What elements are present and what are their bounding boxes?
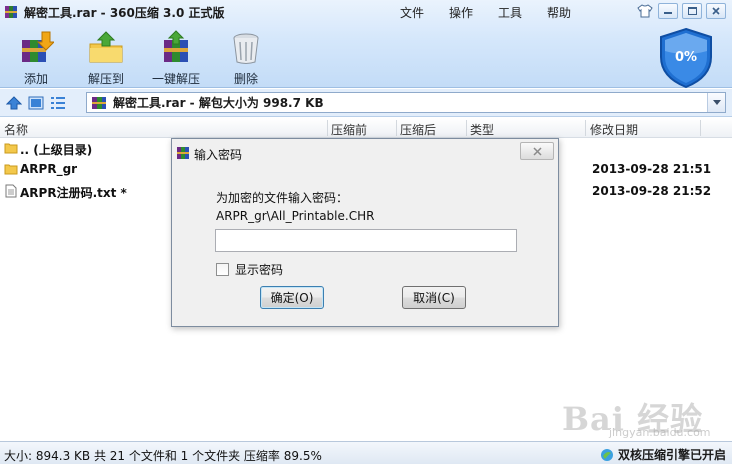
extract-to-label: 解压到 (87, 72, 124, 86)
minimize-icon (664, 12, 672, 14)
delete-label: 删除 (233, 72, 258, 86)
address-field[interactable]: 解密工具.rar - 解包大小为 998.7 KB (86, 92, 726, 113)
menu-help[interactable]: 帮助 (547, 4, 571, 21)
skin-icon[interactable] (636, 3, 654, 19)
rar-archive-icon (91, 95, 107, 111)
password-input[interactable] (215, 229, 517, 252)
archive-summary: 大小: 894.3 KB 共 21 个文件和 1 个文件夹 压缩率 89.5% (4, 449, 322, 463)
file-list-header: 名称 压缩前 压缩后 类型 修改日期 (0, 118, 732, 138)
engine-icon (600, 448, 614, 462)
cancel-button[interactable]: 取消(C) (402, 286, 466, 309)
engine-status-text: 双核压缩引擎已开启 (617, 448, 726, 462)
minimize-button[interactable] (658, 3, 678, 19)
large-icons-view-icon[interactable] (28, 95, 44, 111)
view-controls (6, 95, 66, 111)
password-dialog: 输入密码 为加密的文件输入密码： ARPR_gr\All_Printable.C… (171, 138, 559, 327)
text-file-icon (4, 184, 18, 198)
column-unpacked[interactable]: 压缩后 (400, 121, 436, 138)
show-password-label: 显示密码 (235, 263, 284, 277)
column-modified[interactable]: 修改日期 (590, 121, 638, 138)
up-arrow-icon[interactable] (6, 95, 22, 111)
close-icon (712, 7, 720, 15)
close-icon (532, 146, 542, 156)
column-type[interactable]: 类型 (470, 121, 494, 138)
dialog-close-button[interactable] (520, 142, 554, 160)
rar-archive-icon (4, 5, 18, 19)
show-password-checkbox[interactable]: 显示密码 (216, 261, 283, 278)
status-bar: 大小: 894.3 KB 共 21 个文件和 1 个文件夹 压缩率 89.5% … (0, 441, 732, 464)
menu-tools[interactable]: 工具 (498, 4, 522, 21)
engine-status[interactable]: 双核压缩引擎已开启 (600, 446, 726, 463)
dialog-body: 为加密的文件输入密码： ARPR_gr\All_Printable.CHR 显示… (178, 169, 552, 321)
dialog-title: 输入密码 (194, 148, 243, 162)
password-prompt: 为加密的文件输入密码： (216, 191, 349, 205)
menu-operate[interactable]: 操作 (449, 4, 473, 21)
rar-archive-icon (176, 146, 190, 160)
trash-icon (226, 28, 266, 68)
add-archive-icon (16, 28, 56, 68)
list-view-icon[interactable] (50, 95, 66, 111)
extract-folder-icon (86, 28, 126, 68)
baidu-watermark-url: jingyan.baidu.com (609, 426, 711, 439)
address-dropdown-button[interactable] (707, 93, 725, 112)
file-name: .. (上级目录) (20, 143, 93, 157)
column-packed[interactable]: 压缩前 (331, 121, 367, 138)
checkbox-box[interactable] (216, 263, 229, 276)
one-click-extract-button[interactable]: 一键解压 (152, 28, 200, 87)
menu-file[interactable]: 文件 (400, 4, 424, 21)
window-title: 解密工具.rar - 360压缩 3.0 正式版 (24, 5, 225, 20)
column-divider[interactable] (700, 120, 701, 136)
security-shield[interactable]: 0% (655, 27, 717, 89)
folder-icon (4, 162, 18, 176)
extract-to-button[interactable]: 解压到 (86, 28, 126, 87)
column-divider[interactable] (327, 120, 328, 136)
chevron-down-icon (712, 100, 721, 105)
toolbar-area: 解密工具.rar - 360压缩 3.0 正式版 文件 操作 工具 帮助 添加 … (0, 0, 732, 89)
maximize-icon (687, 7, 697, 15)
file-date: 2013-09-28 21:52 (592, 184, 712, 198)
ok-button[interactable]: 确定(O) (260, 286, 324, 309)
one-click-extract-label: 一键解压 (152, 72, 201, 86)
maximize-button[interactable] (682, 3, 702, 19)
close-button[interactable] (706, 3, 726, 19)
address-bar-row: 解密工具.rar - 解包大小为 998.7 KB (0, 89, 732, 117)
title-bar: 解密工具.rar - 360压缩 3.0 正式版 (0, 0, 225, 24)
encrypted-file-path: ARPR_gr\All_Printable.CHR (216, 209, 375, 223)
address-path: 解密工具.rar - 解包大小为 998.7 KB (113, 96, 324, 110)
column-name[interactable]: 名称 (4, 121, 28, 138)
column-divider[interactable] (466, 120, 467, 136)
one-click-extract-icon (156, 28, 196, 68)
column-divider[interactable] (585, 120, 586, 136)
window-controls (636, 3, 726, 19)
shield-percent: 0% (674, 50, 698, 65)
file-name: ARPR注册码.txt * (20, 186, 127, 200)
file-name: ARPR_gr (20, 162, 78, 176)
column-divider[interactable] (396, 120, 397, 136)
file-date: 2013-09-28 21:51 (592, 162, 712, 176)
menu-bar: 文件 操作 工具 帮助 (400, 4, 571, 21)
dialog-title-bar[interactable]: 输入密码 (172, 139, 558, 167)
delete-button[interactable]: 删除 (226, 28, 266, 87)
folder-up-icon (4, 141, 18, 155)
add-button[interactable]: 添加 (16, 28, 56, 87)
add-label: 添加 (23, 72, 48, 86)
